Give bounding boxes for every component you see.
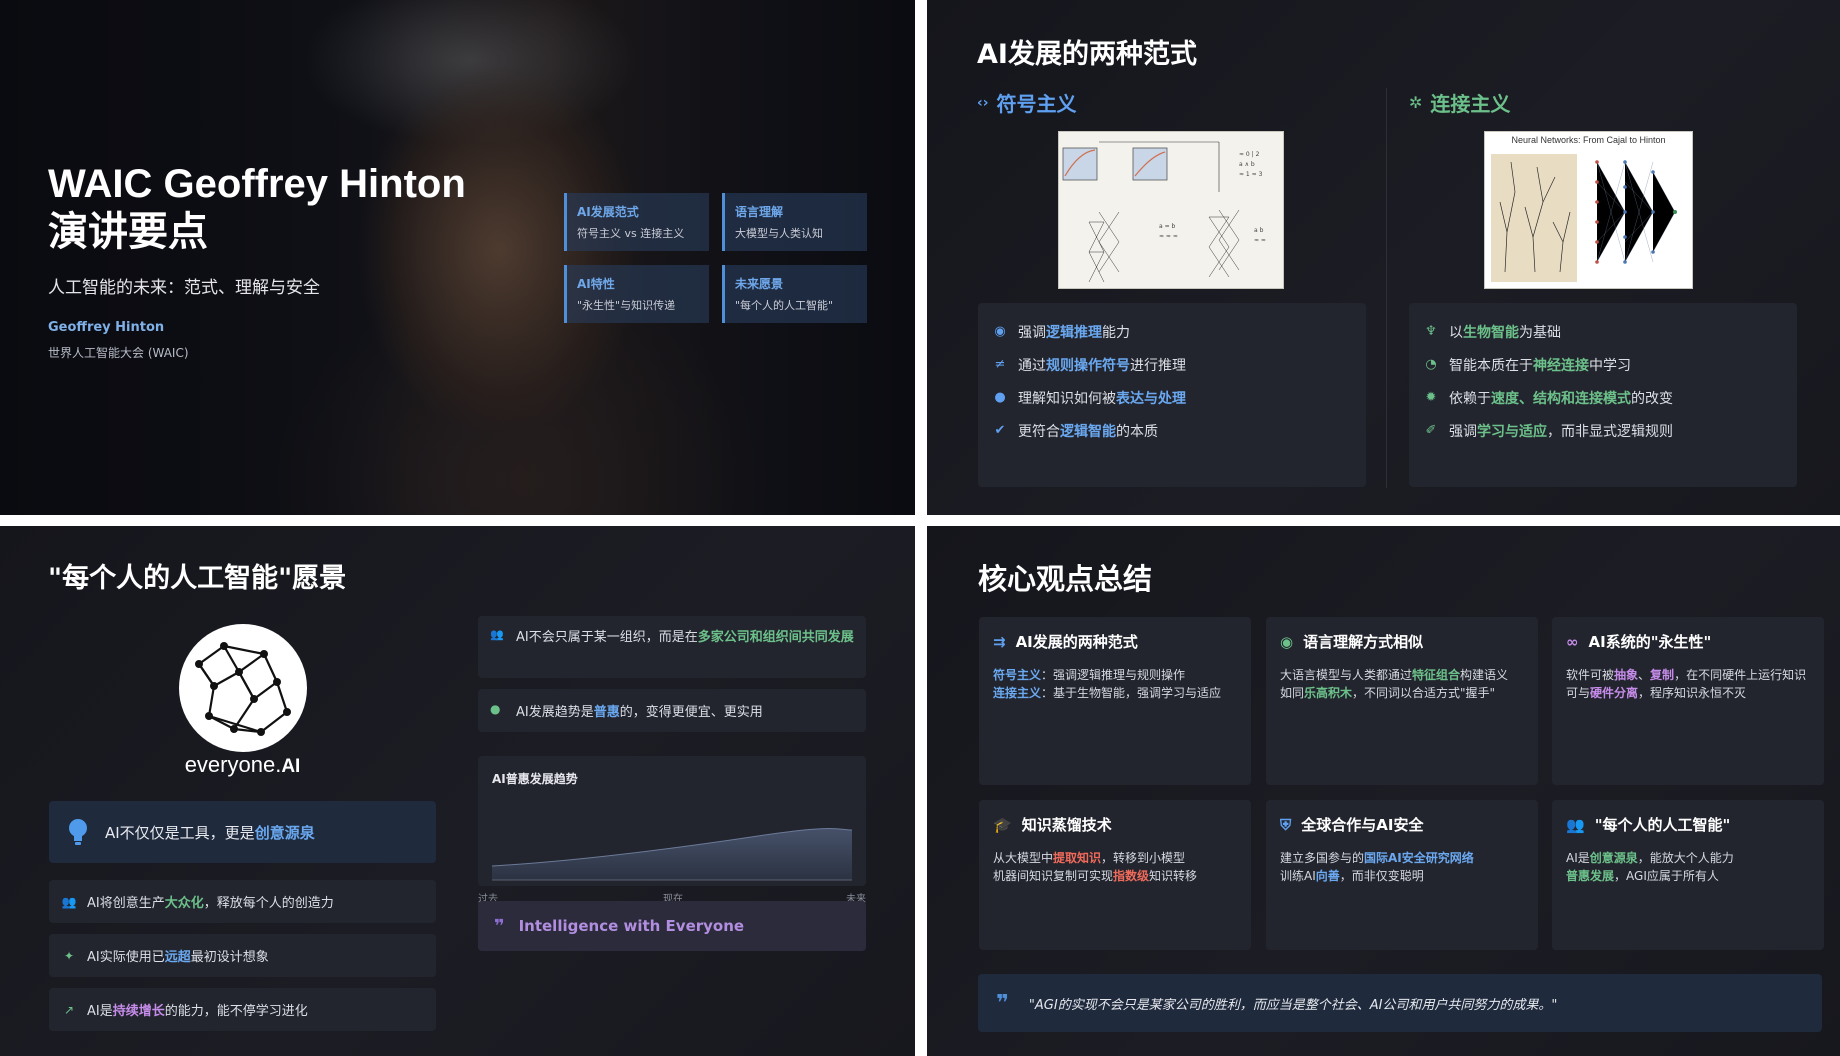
vision-item: ✦ AI实际使用已远超最初设计想象 — [49, 934, 436, 977]
slide-vision: "每个人的人工智能"愿景 everyone.AI AI不仅仅是工具，更是创意源泉… — [0, 526, 915, 1056]
symbolism-features: ◉ 强调逻辑推理能力 ≠ 通过规则操作符号进行推理 ● 理解知识如何被表达与处理… — [978, 303, 1366, 487]
neural-network-image: Neural Networks: From Cajal to Hinton — [1484, 131, 1693, 289]
feature-item: ♆ 以生物智能为基础 — [1423, 315, 1783, 348]
slide-subtitle: 人工智能的未来：范式、理解与安全 — [48, 278, 320, 298]
code-icon: ‹› — [977, 94, 989, 111]
svg-text:≈ ≈ ≈: ≈ ≈ ≈ — [1159, 233, 1178, 240]
brain-icon: ◉ — [994, 324, 1006, 339]
head-brain-icon: ◉ — [1280, 632, 1294, 651]
users-icon: 👥 — [1566, 815, 1585, 834]
symbolism-heading: ‹› 符号主义 — [977, 92, 1077, 116]
svg-text:≈ ≈: ≈ ≈ — [1254, 237, 1266, 244]
column-divider — [1386, 88, 1387, 488]
creativity-callout: AI不仅仅是工具，更是创意源泉 — [49, 801, 436, 863]
summary-card: ◉ 语言理解方式相似 大语言模型与人类都通过特征组合构建语义 如同乐高积木，不同词… — [1266, 617, 1538, 785]
topic-tag: AI发展范式 符号主义 vs 连接主义 — [564, 193, 709, 251]
gear-icon: ✹ — [1425, 390, 1437, 405]
svg-text:≈ 0 | 2: ≈ 0 | 2 — [1239, 151, 1260, 158]
infinity-icon: ∞ — [1566, 632, 1579, 651]
svg-text:a b: a b — [1254, 227, 1264, 234]
speaker-name: Geoffrey Hinton — [48, 320, 165, 335]
piggy-bank-icon: ● — [490, 702, 501, 716]
svg-text:≈ 1 ≈ 3: ≈ 1 ≈ 3 — [1239, 171, 1263, 178]
slide-summary: 核心观点总结 ⇉ AI发展的两种范式 符号主义：强调逻辑推理与规则操作 连接主义：… — [927, 526, 1840, 1056]
connectionism-heading: ✲ 连接主义 — [1409, 92, 1511, 116]
feature-item: ✐ 强调学习与适应，而非显式逻辑规则 — [1423, 414, 1783, 447]
topic-tag: AI特性 "永生性"与知识传递 — [564, 265, 709, 323]
slide-paradigms: AI发展的两种范式 ‹› 符号主义 ✲ 连接主义 ≈ 0 | 2 a ∧ b ≈ 1… — [927, 0, 1840, 515]
brand-name: everyone.AI — [184, 752, 301, 777]
magic-wand-icon: ✐ — [1425, 423, 1437, 438]
vision-item: 👥 AI将创意生产大众化，释放每个人的创造力 — [49, 880, 436, 923]
summary-card: ∞ AI系统的"永生性" 软件可被抽象、复制，在不同硬件上运行知识可与硬件分离，程… — [1552, 617, 1824, 785]
feature-item: ◔ 智能本质在于神经连接中学习 — [1423, 348, 1783, 381]
quote-icon: ❞ — [996, 990, 1009, 1016]
summary-card: ⇉ AI发展的两种范式 符号主义：强调逻辑推理与规则操作 连接主义：基于生物智能，… — [979, 617, 1251, 785]
quote-icon: ❞ — [494, 915, 505, 937]
equals-icon: ≠ — [994, 357, 1006, 372]
lightbulb-icon — [69, 819, 87, 845]
check-badge-icon: ✔ — [994, 423, 1006, 438]
slide-title: WAIC Geoffrey Hinton 演讲要点 人工智能的未来：范式、理解与… — [0, 0, 915, 515]
slide-title: "每个人的人工智能"愿景 — [48, 563, 347, 594]
tagline-quote: ❞ Intelligence with Everyone — [478, 901, 866, 951]
symbolic-diagram-image: ≈ 0 | 2 a ∧ b ≈ 1 ≈ 3 a = b ≈ ≈ ≈ a b ≈ ≈ — [1058, 131, 1284, 289]
dna-icon: ♆ — [1425, 324, 1437, 339]
gauge-icon: ◔ — [1425, 357, 1437, 372]
connectionism-features: ♆ 以生物智能为基础 ◔ 智能本质在于神经连接中学习 ✹ 依赖于速度、结构和连接… — [1409, 303, 1797, 487]
trend-area — [492, 828, 852, 880]
feature-item: ✔ 更符合逻辑智能的本质 — [992, 414, 1352, 447]
topic-tag: 语言理解 大模型与人类认知 — [722, 193, 867, 251]
shield-icon: ⛨ — [1280, 815, 1292, 834]
lightbulb-icon: ● — [994, 390, 1006, 405]
feature-item: ● 理解知识如何被表达与处理 — [992, 381, 1352, 414]
sparkles-icon: ✦ — [63, 948, 75, 963]
summary-card: 👥 "每个人的人工智能" AI是创意源泉，能放大个人能力 普惠发展，AGI应属于所… — [1552, 800, 1824, 950]
feature-item: ◉ 强调逻辑推理能力 — [992, 315, 1352, 348]
event-name: 世界人工智能大会 (WAIC) — [48, 346, 189, 360]
feature-item: ≠ 通过规则操作符号进行推理 — [992, 348, 1352, 381]
svg-text:a = b: a = b — [1159, 223, 1176, 230]
slide-title: AI发展的两种范式 — [977, 39, 1197, 70]
closing-quote: ❞ "AGI的实现不会只是某家公司的胜利，而应当是整个社会、AI公司和用户共同努… — [978, 974, 1822, 1032]
vision-item: ↗ AI是持续增长的能力，能不停学习进化 — [49, 988, 436, 1031]
vision-item: ● AI发展趋势是普惠的，变得更便宜、更实用 — [478, 689, 866, 732]
feature-item: ✹ 依赖于速度、结构和连接模式的改变 — [1423, 381, 1783, 414]
trend-up-icon: ↗ — [63, 1002, 75, 1017]
summary-card: ⛨ 全球合作与AI安全 建立多国参与的国际AI安全研究网络 训练AI向善，而非仅变… — [1266, 800, 1538, 950]
topic-tag: 未来愿景 "每个人的人工智能" — [722, 265, 867, 323]
everyone-ai-logo — [179, 624, 307, 752]
summary-card: 🎓 知识蒸馏技术 从大模型中提取知识，转移到小模型 机器间知识复制可实现指数级知识… — [979, 800, 1251, 950]
network-icon: ✲ — [1409, 93, 1423, 112]
vision-item: 👥 AI不会只属于某一组织，而是在多家公司和组织间共同发展 — [478, 616, 866, 678]
users-icon: 👥 — [61, 894, 77, 909]
svg-text:a ∧ b: a ∧ b — [1239, 161, 1255, 168]
split-arrows-icon: ⇉ — [993, 632, 1006, 651]
users-icon: 👥 — [490, 628, 504, 641]
slide-title-heading: WAIC Geoffrey Hinton 演讲要点 — [48, 162, 466, 254]
graduation-cap-icon: 🎓 — [993, 815, 1012, 834]
slide-title: 核心观点总结 — [978, 562, 1153, 596]
inclusive-trend-chart: AI普惠发展趋势 — [478, 756, 866, 886]
